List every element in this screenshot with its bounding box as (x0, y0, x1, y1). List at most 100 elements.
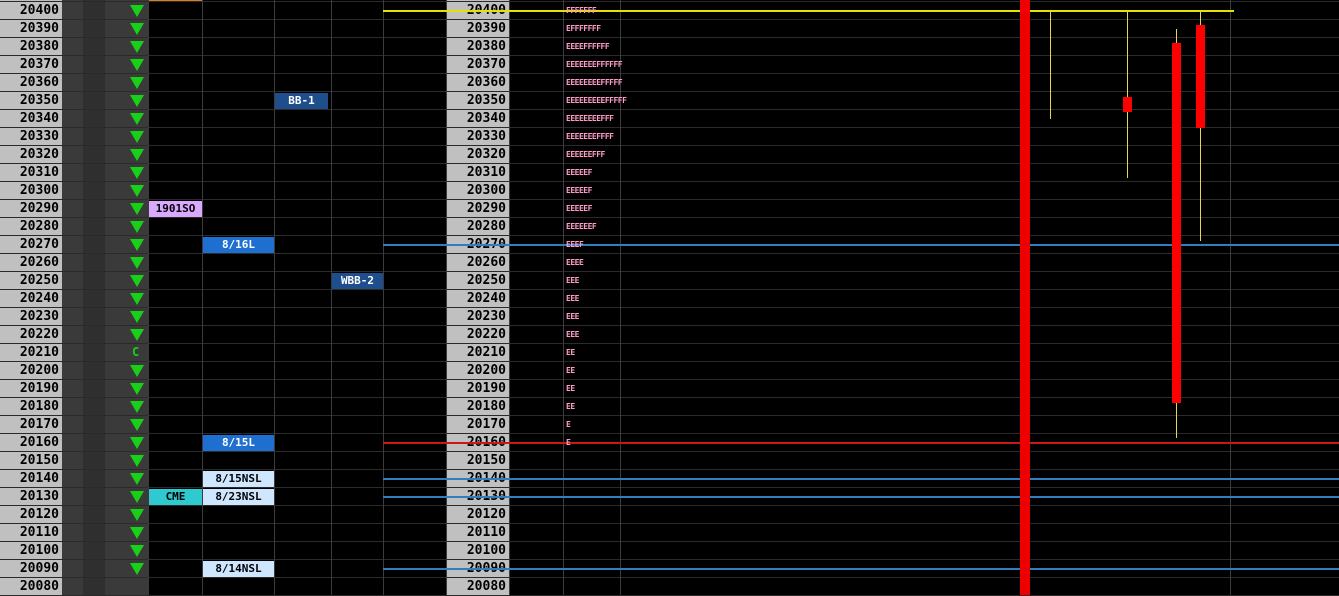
price-cell-left[interactable]: 20120 (0, 506, 62, 524)
level-line-blue-20270[interactable] (383, 244, 1339, 246)
price-cell-left[interactable]: 20360 (0, 74, 62, 92)
column-divider (274, 0, 275, 595)
level-line-yellow-20400[interactable] (383, 10, 1234, 12)
price-cell-center[interactable]: 20260 (446, 254, 509, 272)
price-cell-left[interactable]: 20220 (0, 326, 62, 344)
price-cell-center[interactable]: 20230 (446, 308, 509, 326)
down-triangle-icon (130, 41, 144, 53)
profile-row: EEE (566, 312, 579, 321)
price-cell-left[interactable]: 20090 (0, 560, 62, 578)
profile-row: EEEEEEEEFFFFF (566, 78, 623, 87)
price-cell-left[interactable]: 20250 (0, 272, 62, 290)
level-line-blue-20140[interactable] (383, 478, 1339, 480)
price-tag-823nsl[interactable]: 8/23NSL (203, 489, 274, 505)
grid-line (0, 271, 1339, 272)
price-tag-816l[interactable]: 8/16L (203, 237, 274, 253)
price-cell-left[interactable]: 20320 (0, 146, 62, 164)
price-cell-center[interactable]: 20120 (446, 506, 509, 524)
price-cell-left[interactable]: 20100 (0, 542, 62, 560)
column-divider (383, 0, 384, 595)
price-cell-left[interactable]: 20130 (0, 488, 62, 506)
candle-1-body (1123, 97, 1132, 112)
price-tag-cme[interactable]: CME (149, 489, 202, 505)
profile-row: E (566, 420, 571, 429)
price-cell-center[interactable]: 20080 (446, 578, 509, 596)
price-cell-left[interactable]: 20350 (0, 92, 62, 110)
price-cell-left[interactable]: 20140 (0, 470, 62, 488)
price-cell-center[interactable]: 20390 (446, 20, 509, 38)
price-cell-center[interactable]: 20320 (446, 146, 509, 164)
price-cell-center[interactable]: 20340 (446, 110, 509, 128)
price-tag-815l[interactable]: 8/15L (203, 435, 274, 451)
price-cell-center[interactable]: 20280 (446, 218, 509, 236)
down-triangle-icon (130, 59, 144, 71)
grid-line (0, 559, 1339, 560)
price-cell-left[interactable]: 20340 (0, 110, 62, 128)
down-triangle-icon (130, 113, 144, 125)
level-line-red-20160[interactable] (383, 442, 1339, 444)
price-cell-center[interactable]: 20370 (446, 56, 509, 74)
price-cell-center[interactable]: 20210 (446, 344, 509, 362)
price-cell-center[interactable]: 20310 (446, 164, 509, 182)
grid-line (0, 487, 1339, 488)
price-cell-left[interactable]: 20290 (0, 200, 62, 218)
price-cell-center[interactable]: 20170 (446, 416, 509, 434)
price-cell-left[interactable]: 20260 (0, 254, 62, 272)
price-cell-left[interactable]: 20380 (0, 38, 62, 56)
price-cell-center[interactable]: 20110 (446, 524, 509, 542)
price-cell-left[interactable]: 20190 (0, 380, 62, 398)
grid-line (0, 253, 1339, 254)
price-cell-center[interactable]: 20360 (446, 74, 509, 92)
price-cell-left[interactable]: 20160 (0, 434, 62, 452)
price-cell-center[interactable]: 20100 (446, 542, 509, 560)
price-cell-left[interactable]: 20270 (0, 236, 62, 254)
price-cell-center[interactable]: 20350 (446, 92, 509, 110)
price-tag-1901so[interactable]: 1901SO (149, 201, 202, 217)
price-cell-center[interactable]: 20380 (446, 38, 509, 56)
price-cell-left[interactable]: 20230 (0, 308, 62, 326)
grid-line (0, 199, 1339, 200)
down-triangle-icon (130, 383, 144, 395)
column-divider (1230, 0, 1231, 595)
price-cell-left[interactable]: 20310 (0, 164, 62, 182)
price-cell-center[interactable]: 20330 (446, 128, 509, 146)
price-cell-left[interactable]: 20280 (0, 218, 62, 236)
price-cell-left[interactable]: 20330 (0, 128, 62, 146)
price-cell-left[interactable]: 20240 (0, 290, 62, 308)
price-cell-left[interactable]: 20370 (0, 56, 62, 74)
column-divider (563, 0, 564, 595)
down-triangle-icon (130, 437, 144, 449)
profile-row: EEEEEEEEFFF (566, 114, 614, 123)
price-tag-bb1[interactable]: BB-1 (275, 93, 328, 109)
grid-line (0, 235, 1339, 236)
price-cell-left[interactable]: 20080 (0, 578, 62, 596)
price-cell-center[interactable]: 20180 (446, 398, 509, 416)
price-cell-left[interactable]: 20200 (0, 362, 62, 380)
price-tag-814nsl[interactable]: 8/14NSL (203, 561, 274, 577)
price-cell-center[interactable]: 20240 (446, 290, 509, 308)
price-cell-left[interactable]: 20180 (0, 398, 62, 416)
price-cell-left[interactable]: 20170 (0, 416, 62, 434)
price-cell-center[interactable]: 20150 (446, 452, 509, 470)
profile-row: EEE (566, 276, 579, 285)
price-cell-center[interactable]: 20200 (446, 362, 509, 380)
price-cell-left[interactable]: 20300 (0, 182, 62, 200)
level-line-blue-20090[interactable] (383, 568, 1339, 570)
price-cell-left[interactable]: 20210 (0, 344, 62, 362)
price-tag-815nsl[interactable]: 8/15NSL (203, 471, 274, 487)
price-cell-left[interactable]: 20110 (0, 524, 62, 542)
price-cell-left[interactable]: 20400 (0, 2, 62, 20)
price-tag-wbb2[interactable]: WBB-2 (332, 273, 383, 289)
price-cell-center[interactable]: 20300 (446, 182, 509, 200)
price-cell-center[interactable]: 20290 (446, 200, 509, 218)
profile-row: EEEE (566, 258, 584, 267)
price-cell-center[interactable]: 20250 (446, 272, 509, 290)
price-cell-center[interactable]: 20220 (446, 326, 509, 344)
down-triangle-icon (130, 167, 144, 179)
down-triangle-icon (130, 293, 144, 305)
down-triangle-icon (130, 149, 144, 161)
price-cell-center[interactable]: 20190 (446, 380, 509, 398)
level-line-blue-20130[interactable] (383, 496, 1339, 498)
price-cell-left[interactable]: 20390 (0, 20, 62, 38)
price-cell-left[interactable]: 20150 (0, 452, 62, 470)
